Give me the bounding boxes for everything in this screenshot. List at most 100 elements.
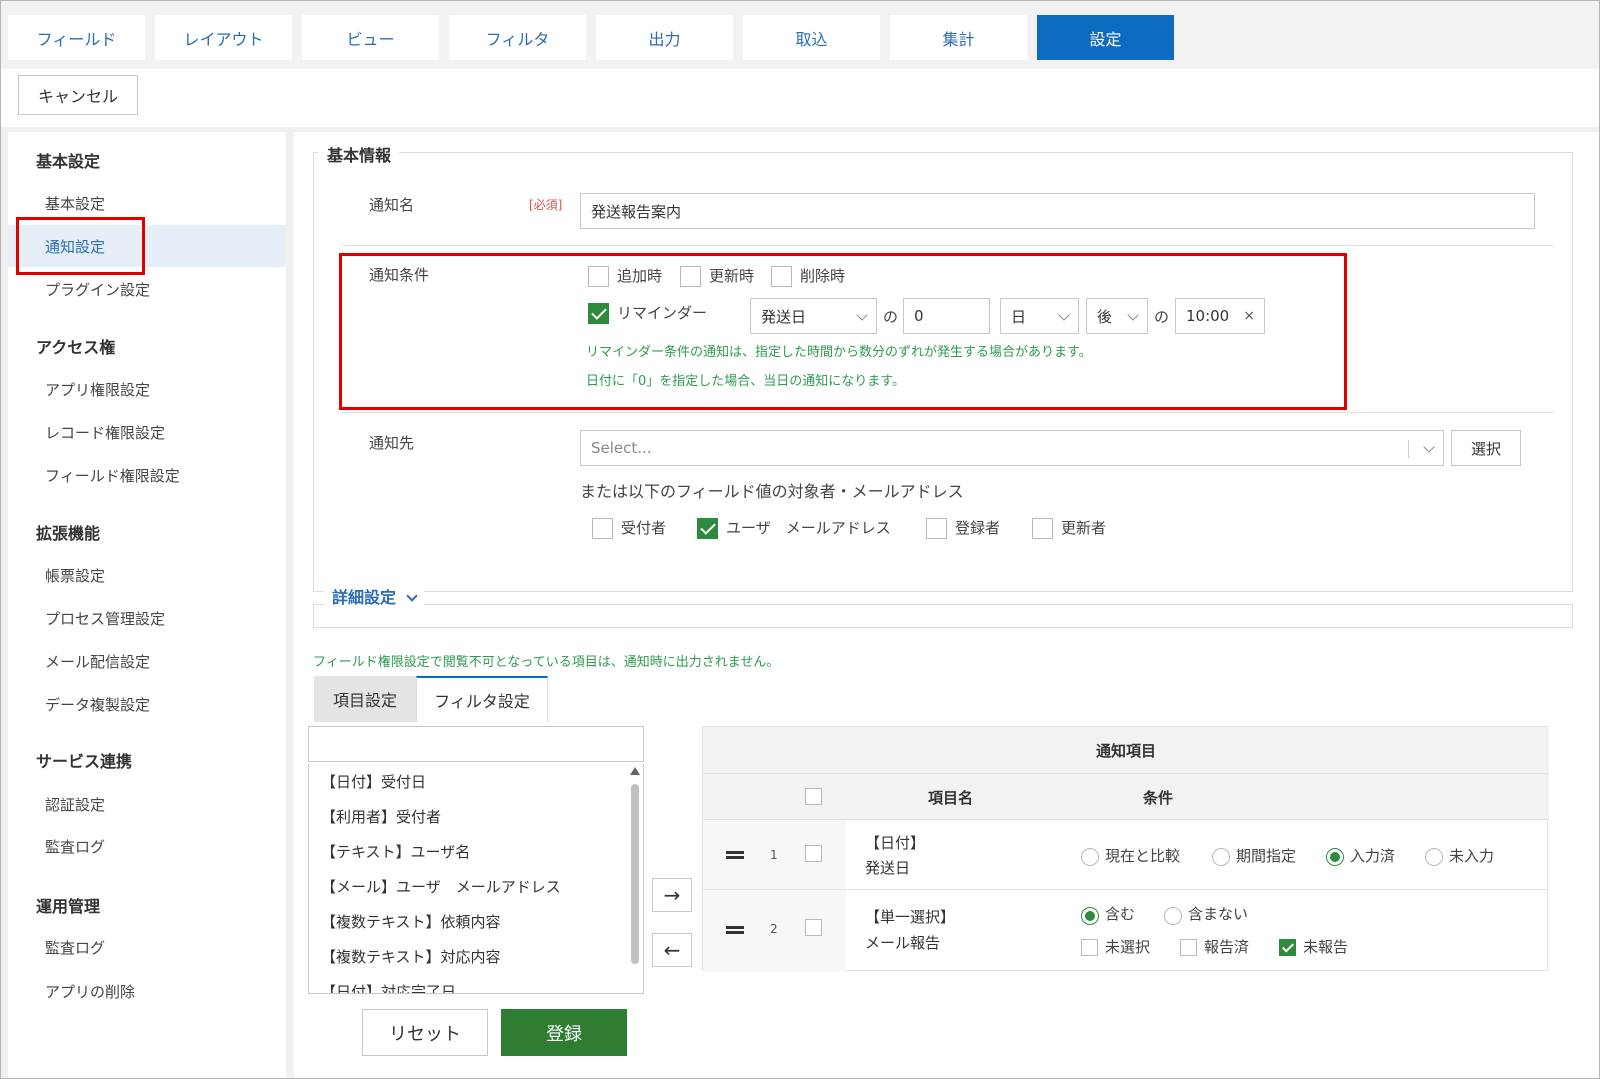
main-panel: 基本情報 通知名 [必須] 発送報告案内 通知条件 追加時 更新時 削除時 リマ… — [294, 132, 1599, 1078]
list-item[interactable]: 【テキスト】ユーザ名 — [309, 834, 643, 869]
list-item[interactable]: 【複数テキスト】対応内容 — [309, 939, 643, 974]
checkbox-on-add[interactable] — [588, 266, 609, 287]
reminder-unit-value: 日 — [1011, 307, 1027, 326]
tab-field[interactable]: フィールド — [8, 15, 145, 60]
sidebar-item-delete-app[interactable]: アプリの削除 — [8, 970, 286, 1012]
remove-field-button[interactable]: ← — [652, 933, 692, 967]
row-number: 1 — [770, 848, 778, 862]
destination-select[interactable]: Select... — [580, 430, 1444, 466]
checkbox-receiver[interactable] — [592, 518, 613, 539]
radio-period[interactable] — [1212, 848, 1230, 866]
sidebar-heading-extension: 拡張機能 — [36, 524, 101, 543]
row-checkbox[interactable] — [805, 845, 822, 862]
notify-name-input[interactable]: 発送報告案内 — [580, 193, 1535, 229]
sidebar-item-process[interactable]: プロセス管理設定 — [8, 597, 286, 639]
submit-button[interactable]: 登録 — [501, 1009, 627, 1056]
sidebar-heading-service: サービス連携 — [36, 752, 133, 771]
reminder-field-select[interactable]: 発送日 — [750, 298, 877, 334]
reminder-number-input[interactable]: 0 — [903, 298, 990, 334]
sidebar-item-field-permission[interactable]: フィールド権限設定 — [8, 454, 286, 496]
tab-layout[interactable]: レイアウト — [155, 15, 292, 60]
sidebar-heading-access: アクセス権 — [36, 338, 116, 357]
row-number: 2 — [770, 922, 778, 936]
sidebar-item-notify[interactable]: 通知設定 — [8, 225, 286, 267]
sidebar-item-app-permission[interactable]: アプリ権限設定 — [8, 368, 286, 410]
radio-contains[interactable] — [1081, 907, 1099, 925]
reminder-time-input[interactable]: 10:00 × — [1175, 298, 1265, 334]
sidebar-item-audit-log[interactable]: 監査ログ — [8, 825, 286, 867]
cancel-button[interactable]: キャンセル — [18, 75, 138, 115]
checkbox-registrant[interactable] — [926, 518, 947, 539]
checkbox-on-delete[interactable] — [771, 266, 792, 287]
table-header: 項目名 条件 — [703, 773, 1549, 819]
radio-entered-label: 入力済 — [1350, 847, 1396, 865]
list-scrollbar[interactable] — [629, 764, 641, 993]
checkbox-reminder[interactable] — [588, 303, 609, 324]
radio-period-label: 期間指定 — [1236, 847, 1297, 865]
radio-not-contains-label: 含まない — [1188, 905, 1249, 923]
tab-output[interactable]: 出力 — [596, 15, 733, 60]
checkbox-user-mail[interactable] — [697, 518, 718, 539]
table-row: 2 【単一選択】 メール報告 含む 含まない 未選択 報告済 未報告 — [703, 889, 1549, 972]
reminder-note-2: 日付に「0」を指定した場合、当日の通知になります。 — [586, 374, 905, 389]
reminder-unit-select[interactable]: 日 — [1000, 298, 1079, 334]
checkbox-unreported[interactable] — [1279, 939, 1296, 956]
checkbox-unreported-label: 未報告 — [1303, 938, 1349, 956]
reminder-direction-select[interactable]: 後 — [1086, 298, 1148, 334]
list-item[interactable]: 【複数テキスト】依頼内容 — [309, 904, 643, 939]
sidebar-item-mail-delivery[interactable]: メール配信設定 — [8, 640, 286, 682]
select-all-checkbox[interactable] — [805, 788, 822, 805]
checkbox-reported[interactable] — [1180, 939, 1197, 956]
checkbox-on-update[interactable] — [680, 266, 701, 287]
destination-select-button[interactable]: 選択 — [1451, 430, 1521, 466]
chevron-down-icon — [1423, 441, 1435, 453]
tab-import[interactable]: 取込 — [743, 15, 880, 60]
detail-settings-label: 詳細設定 — [332, 588, 397, 607]
list-item[interactable]: 【日付】受付日 — [309, 764, 643, 799]
checkbox-updater[interactable] — [1032, 518, 1053, 539]
tab-aggregate[interactable]: 集計 — [890, 15, 1027, 60]
sidebar-item-auth[interactable]: 認証設定 — [8, 783, 286, 825]
tab-view[interactable]: ビュー — [302, 15, 439, 60]
list-item[interactable]: 【利用者】受付者 — [309, 799, 643, 834]
drag-handle-icon[interactable] — [726, 851, 744, 859]
tab-bar: フィールド レイアウト ビュー フィルタ 出力 取込 集計 設定 — [1, 1, 1599, 69]
sidebar-item-basic[interactable]: 基本設定 — [8, 182, 286, 224]
add-field-button[interactable]: → — [652, 878, 692, 912]
chevron-down-icon — [405, 590, 418, 602]
notify-destination-label: 通知先 — [369, 434, 415, 452]
reset-button[interactable]: リセット — [362, 1009, 488, 1056]
radio-entered[interactable] — [1326, 848, 1344, 866]
sidebar-item-record-permission[interactable]: レコード権限設定 — [8, 411, 286, 453]
clear-icon[interactable]: × — [1243, 308, 1255, 324]
checkbox-unselected-label: 未選択 — [1105, 938, 1151, 956]
radio-not-entered[interactable] — [1425, 848, 1443, 866]
list-item[interactable]: 【メール】ユーザ メールアドレス — [309, 869, 643, 904]
radio-compare-now[interactable] — [1081, 848, 1099, 866]
field-search-input[interactable] — [308, 726, 644, 762]
detail-settings-toggle[interactable]: 詳細設定 — [324, 584, 424, 608]
tab-settings[interactable]: 設定 — [1037, 15, 1174, 60]
sidebar-item-form[interactable]: 帳票設定 — [8, 554, 286, 596]
subtab-item-settings[interactable]: 項目設定 — [314, 676, 416, 722]
row-checkbox[interactable] — [805, 919, 822, 936]
subtab-filter-settings[interactable]: フィルタ設定 — [416, 676, 548, 722]
drag-handle-icon[interactable] — [726, 926, 744, 934]
tab-filter[interactable]: フィルタ — [449, 15, 586, 60]
sidebar-item-plugin[interactable]: プラグイン設定 — [8, 268, 286, 310]
sidebar-item-data-copy[interactable]: データ複製設定 — [8, 683, 286, 725]
radio-not-entered-label: 未入力 — [1449, 847, 1495, 865]
destination-select-placeholder: Select... — [591, 439, 652, 457]
checkbox-unselected[interactable] — [1081, 939, 1098, 956]
checkbox-updater-label: 更新者 — [1061, 519, 1107, 537]
scroll-up-icon[interactable] — [630, 767, 640, 775]
sidebar-heading-operation: 運用管理 — [36, 897, 101, 916]
sidebar-item-audit-log-2[interactable]: 監査ログ — [8, 926, 286, 968]
checkbox-reported-label: 報告済 — [1204, 938, 1250, 956]
col-header-name: 項目名 — [928, 789, 974, 807]
list-item[interactable]: 【日付】対応完了日 — [309, 974, 643, 993]
radio-not-contains[interactable] — [1164, 907, 1182, 925]
notify-name-label: 通知名 — [369, 196, 415, 214]
checkbox-registrant-label: 登録者 — [955, 519, 1001, 537]
scroll-thumb[interactable] — [631, 784, 639, 964]
